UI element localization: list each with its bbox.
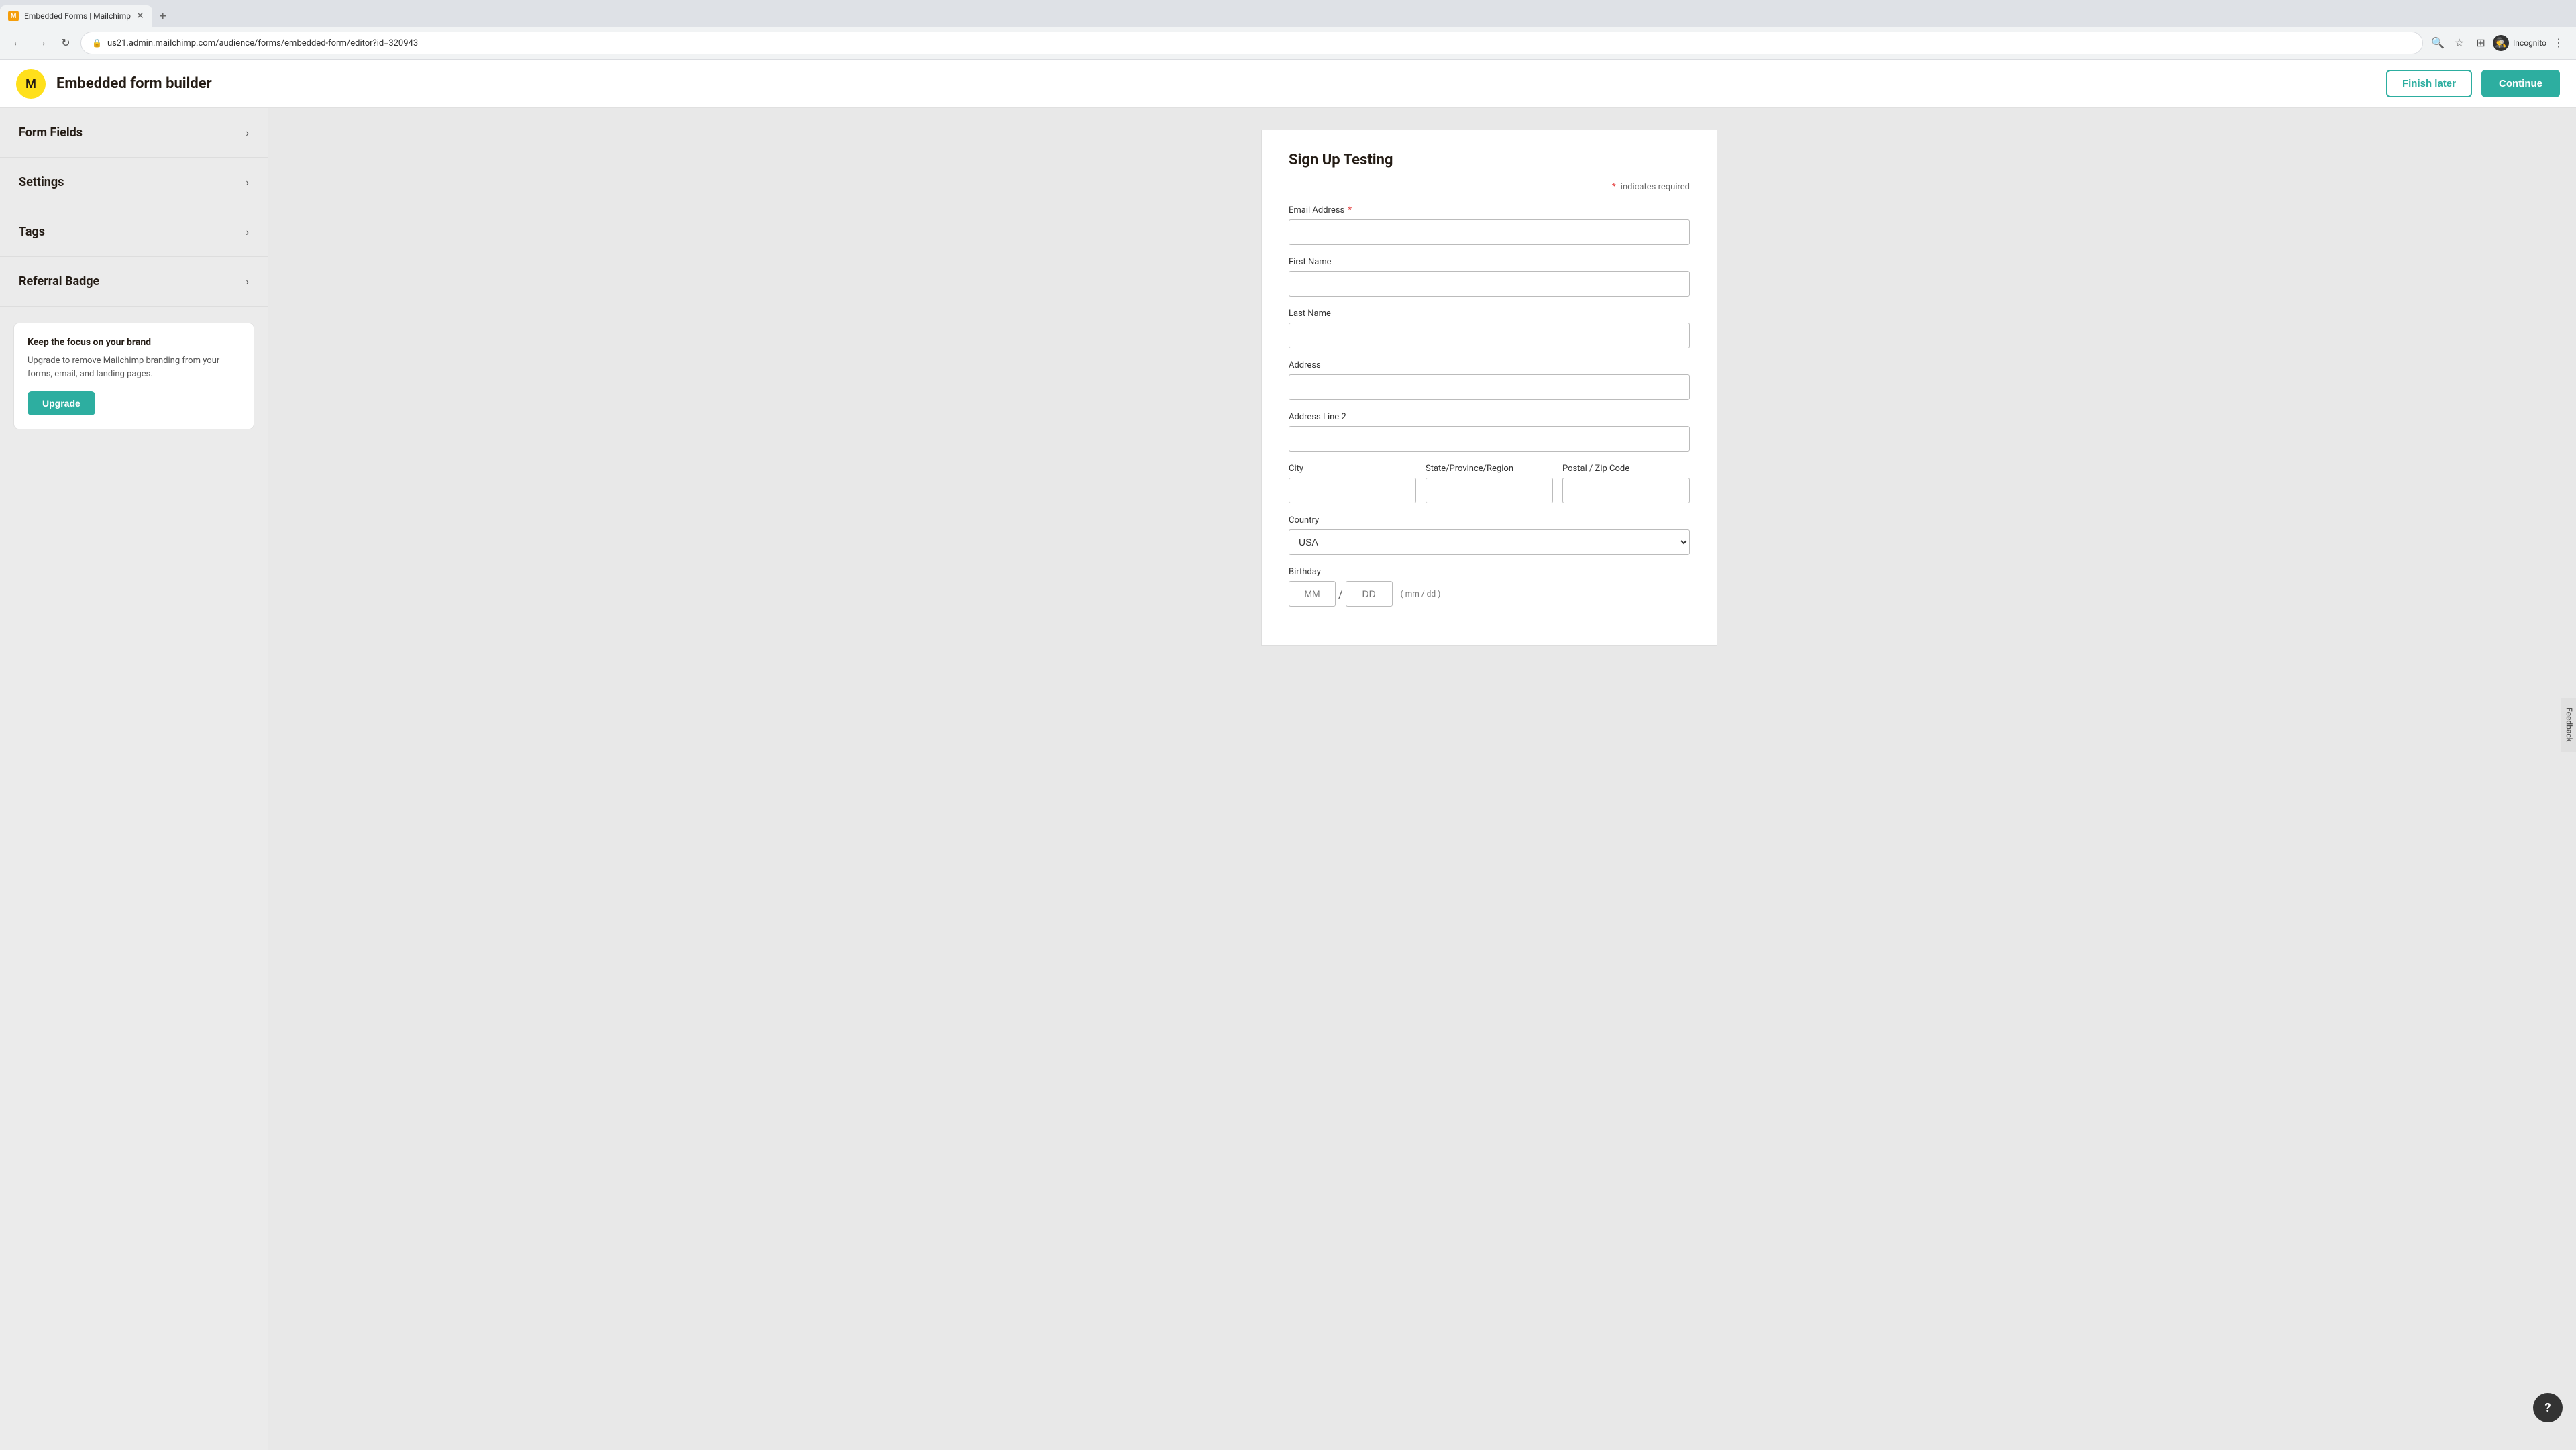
active-tab[interactable]: M Embedded Forms | Mailchimp ✕ [0, 5, 152, 27]
main-content: Form Fields › Settings › Tags › Referral… [0, 108, 2576, 1450]
address2-label: Address Line 2 [1289, 412, 1690, 422]
form-preview: Sign Up Testing * indicates required Ema… [402, 108, 2576, 1450]
zip-input[interactable] [1562, 478, 1690, 503]
feedback-side-tab[interactable]: Feedback [2561, 698, 2576, 752]
tags-label: Tags [19, 225, 45, 239]
last-name-input[interactable] [1289, 323, 1690, 348]
birthday-dd-input[interactable] [1346, 581, 1393, 607]
feedback-button[interactable]: ? [2533, 1393, 2563, 1422]
reload-button[interactable]: ↻ [56, 34, 75, 52]
continue-button[interactable]: Continue [2481, 70, 2560, 97]
form-container: Sign Up Testing * indicates required Ema… [1261, 130, 1717, 646]
app-header: M Embedded form builder Finish later Con… [0, 60, 2576, 108]
finish-later-button[interactable]: Finish later [2386, 70, 2472, 97]
incognito-badge: 🕵 Incognito [2493, 35, 2546, 51]
birthday-field-group: Birthday / ( mm / dd ) [1289, 567, 1690, 607]
sidebar-item-form-fields[interactable]: Form Fields › [0, 108, 268, 158]
zip-label: Postal / Zip Code [1562, 464, 1690, 474]
state-label: State/Province/Region [1426, 464, 1553, 474]
address-bar[interactable]: 🔒 us21.admin.mailchimp.com/audience/form… [80, 32, 2423, 54]
sidebar: Form Fields › Settings › Tags › Referral… [0, 108, 268, 1450]
birthday-slash: / [1338, 588, 1343, 601]
city-state-zip-row: City State/Province/Region Postal / Zip … [1289, 464, 1690, 503]
svg-text:M: M [25, 77, 36, 91]
city-col: City [1289, 464, 1416, 503]
incognito-icon: 🕵 [2493, 35, 2509, 51]
birthday-row: / ( mm / dd ) [1289, 581, 1690, 607]
required-note-text: indicates required [1621, 182, 1690, 192]
first-name-input[interactable] [1289, 271, 1690, 297]
browser-chrome: M Embedded Forms | Mailchimp ✕ + ← → ↻ 🔒… [0, 0, 2576, 60]
upgrade-card-description: Upgrade to remove Mailchimp branding fro… [28, 354, 240, 380]
address-input[interactable] [1289, 374, 1690, 400]
logo-area: M Embedded form builder [16, 69, 212, 99]
settings-label: Settings [19, 175, 64, 189]
back-button[interactable]: ← [8, 34, 27, 52]
bookmark-button[interactable]: ☆ [2450, 34, 2469, 52]
zip-col: Postal / Zip Code [1562, 464, 1690, 503]
first-name-field-group: First Name [1289, 257, 1690, 297]
sidebar-item-referral-badge[interactable]: Referral Badge › [0, 257, 268, 307]
tab-title: Embedded Forms | Mailchimp [24, 11, 131, 21]
menu-button[interactable]: ⋮ [2549, 34, 2568, 52]
tab-close-icon[interactable]: ✕ [136, 11, 144, 21]
header-actions: Finish later Continue [2386, 70, 2560, 97]
form-fields-label: Form Fields [19, 125, 83, 140]
url-text: us21.admin.mailchimp.com/audience/forms/… [107, 38, 2412, 48]
form-title: Sign Up Testing [1289, 152, 1690, 168]
center-area [268, 108, 402, 1450]
extensions-button[interactable]: ⊞ [2471, 34, 2490, 52]
email-field-group: Email Address * [1289, 205, 1690, 245]
address2-field-group: Address Line 2 [1289, 412, 1690, 452]
referral-badge-label: Referral Badge [19, 274, 99, 289]
forward-button[interactable]: → [32, 34, 51, 52]
incognito-label: Incognito [2513, 38, 2546, 48]
email-input[interactable] [1289, 219, 1690, 245]
browser-tabs: M Embedded Forms | Mailchimp ✕ + [0, 0, 2576, 27]
email-label: Email Address * [1289, 205, 1690, 215]
country-field-group: Country USA Canada United Kingdom Austra… [1289, 515, 1690, 555]
address2-input[interactable] [1289, 426, 1690, 452]
city-label: City [1289, 464, 1416, 474]
mailchimp-logo: M [16, 69, 46, 99]
app-title: Embedded form builder [56, 75, 212, 92]
search-button[interactable]: 🔍 [2428, 34, 2447, 52]
last-name-label: Last Name [1289, 309, 1690, 319]
tags-chevron-icon: › [246, 225, 249, 238]
upgrade-button[interactable]: Upgrade [28, 391, 95, 415]
city-input[interactable] [1289, 478, 1416, 503]
birthday-label: Birthday [1289, 567, 1690, 577]
sidebar-item-settings[interactable]: Settings › [0, 158, 268, 207]
first-name-label: First Name [1289, 257, 1690, 267]
settings-chevron-icon: › [246, 176, 249, 189]
form-fields-chevron-icon: › [246, 126, 249, 139]
browser-nav: ← → ↻ 🔒 us21.admin.mailchimp.com/audienc… [0, 27, 2576, 59]
birthday-mm-input[interactable] [1289, 581, 1336, 607]
browser-nav-right: 🔍 ☆ ⊞ 🕵 Incognito ⋮ [2428, 34, 2568, 52]
upgrade-card-title: Keep the focus on your brand [28, 337, 240, 348]
state-input[interactable] [1426, 478, 1553, 503]
email-required-marker: * [1348, 205, 1352, 215]
new-tab-button[interactable]: + [152, 5, 174, 27]
birthday-format-hint: ( mm / dd ) [1401, 589, 1441, 599]
country-label: Country [1289, 515, 1690, 525]
country-select[interactable]: USA Canada United Kingdom Australia Othe… [1289, 529, 1690, 555]
address-field-group: Address [1289, 360, 1690, 400]
upgrade-card: Keep the focus on your brand Upgrade to … [13, 323, 254, 429]
address-label: Address [1289, 360, 1690, 370]
required-note: * indicates required [1289, 182, 1690, 192]
required-star: * [1612, 182, 1616, 192]
state-col: State/Province/Region [1426, 464, 1553, 503]
referral-badge-chevron-icon: › [246, 275, 249, 288]
lock-icon: 🔒 [92, 38, 102, 48]
tab-favicon: M [8, 11, 19, 21]
last-name-field-group: Last Name [1289, 309, 1690, 348]
sidebar-item-tags[interactable]: Tags › [0, 207, 268, 257]
